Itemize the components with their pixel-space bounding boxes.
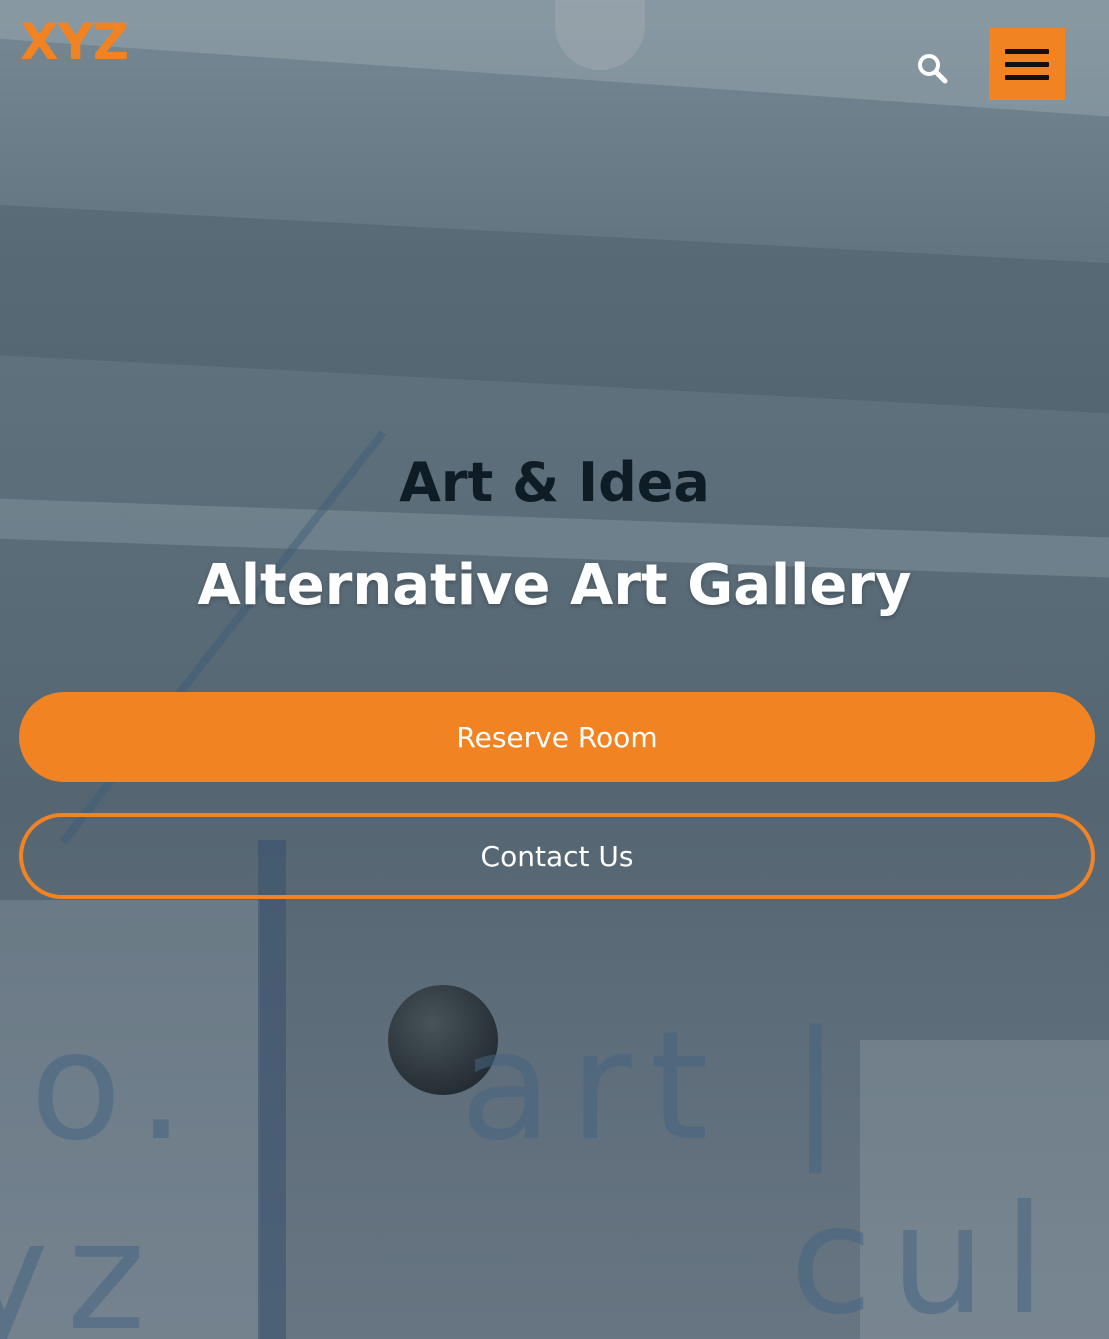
hamburger-menu-icon bbox=[1005, 48, 1049, 54]
contact-us-button[interactable]: Contact Us bbox=[19, 813, 1095, 899]
background-lamp bbox=[555, 0, 645, 70]
background-frame-post bbox=[258, 840, 286, 1339]
site-logo[interactable]: XYZ bbox=[20, 14, 129, 70]
background-window-lettering: yz bbox=[0, 1190, 164, 1339]
hamburger-menu-icon bbox=[1005, 61, 1049, 67]
hamburger-menu-icon bbox=[1005, 74, 1049, 80]
background-sphere bbox=[388, 985, 498, 1095]
reserve-room-button[interactable]: Reserve Room bbox=[19, 692, 1095, 782]
background-beam-shadow bbox=[0, 201, 1109, 419]
background-wall-right bbox=[860, 1040, 1109, 1339]
hero-background-image: o. art | cul yz bbox=[0, 0, 1109, 1339]
search-icon bbox=[918, 54, 948, 84]
background-wall-left bbox=[0, 900, 260, 1339]
menu-toggle-button[interactable] bbox=[989, 28, 1065, 100]
background-window-lettering: art bbox=[460, 1000, 727, 1174]
search-button[interactable] bbox=[912, 48, 952, 88]
hero-title: Alternative Art Gallery bbox=[197, 553, 912, 618]
background-window-lettering: o. bbox=[30, 1000, 203, 1174]
hero-kicker: Art & Idea bbox=[399, 451, 710, 514]
page: o. art | cul yz XYZ Art & Idea Alternati… bbox=[0, 0, 1109, 1339]
background-window-lettering: | cul bbox=[790, 1000, 1064, 1339]
